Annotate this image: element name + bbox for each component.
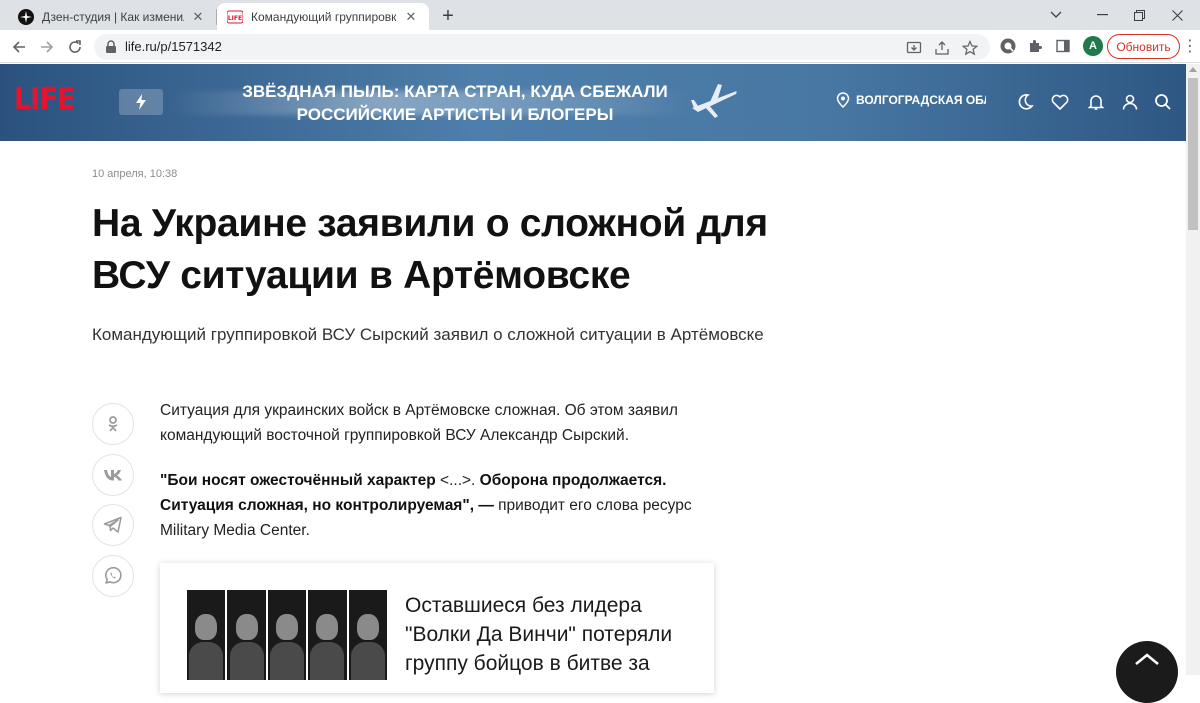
region-label: ВОЛГОГРАДСКАЯ ОБЛ... (856, 93, 986, 107)
url-text[interactable]: life.ru/p/1571342 (125, 39, 222, 54)
odnoklassniki-icon[interactable] (92, 403, 134, 445)
moon-icon[interactable] (1015, 92, 1035, 112)
quote-text-part-1: "Бои носят ожесточённый характер (160, 472, 436, 489)
soldier-photo (227, 590, 268, 680)
photo-head (316, 614, 339, 640)
address-bar[interactable]: life.ru/p/1571342 (94, 34, 990, 60)
back-icon[interactable] (7, 35, 31, 59)
promo-line-1: ЗВЁЗДНАЯ ПЫЛЬ: КАРТА СТРАН, КУДА СБЕЖАЛИ (242, 82, 668, 101)
user-icon[interactable] (1120, 92, 1140, 112)
browser-tab-dzen[interactable]: Дзен-студия | Как изменились Р ✕ (8, 3, 216, 30)
soldier-photo (268, 590, 309, 680)
life-logo[interactable]: LIFE (14, 82, 75, 117)
side-panel-icon[interactable] (1053, 36, 1073, 56)
photo-body (270, 642, 305, 680)
lock-icon[interactable] (104, 40, 118, 54)
soldier-photo (349, 590, 387, 680)
close-tab-icon[interactable]: ✕ (403, 9, 419, 25)
related-article-card[interactable]: Оставшиеся без лидера "Волки Да Винчи" п… (160, 563, 714, 693)
related-article-title[interactable]: Оставшиеся без лидера "Волки Да Винчи" п… (405, 591, 695, 678)
scroll-to-top-button[interactable] (1116, 641, 1178, 703)
article-date: 10 апреля, 10:38 (92, 168, 178, 180)
new-tab-button[interactable]: + (437, 5, 459, 27)
related-article-image[interactable] (187, 590, 387, 680)
search-icon[interactable] (1153, 92, 1173, 112)
photo-body (310, 642, 345, 680)
photo-body (229, 642, 264, 680)
article-paragraph: Ситуация для украинских войск в Артёмовс… (160, 402, 678, 444)
promo-banner[interactable]: ЗВЁЗДНАЯ ПЫЛЬ: КАРТА СТРАН, КУДА СБЕЖАЛИ… (230, 80, 680, 126)
share-icon[interactable] (933, 39, 951, 57)
scrollbar-thumb[interactable] (1188, 78, 1198, 230)
soldier-photo (308, 590, 349, 680)
bell-icon[interactable] (1086, 92, 1106, 112)
scroll-up-arrow-icon[interactable] (1189, 67, 1197, 72)
photo-head (195, 614, 218, 640)
browser-toolbar: life.ru/p/1571342 A Обновить ⋮ (0, 30, 1200, 63)
photo-body (350, 642, 385, 680)
browser-tab-life[interactable]: LIFE Командующий группировкой В ✕ (217, 3, 429, 30)
browser-tab-bar: Дзен-студия | Как изменились Р ✕ LIFE Ко… (0, 0, 1200, 30)
install-app-icon[interactable] (905, 39, 923, 57)
reload-icon[interactable] (63, 35, 87, 59)
tab-title: Дзен-студия | Как изменились Р (42, 9, 184, 24)
tab-title: Командующий группировкой В (251, 9, 397, 24)
life-icon: LIFE (227, 9, 243, 25)
close-tab-icon[interactable]: ✕ (190, 9, 206, 25)
photo-body (189, 642, 224, 680)
airplane-icon (688, 78, 740, 120)
update-button[interactable]: Обновить (1107, 34, 1180, 59)
article-lead: Командующий группировкой ВСУ Сырский зая… (92, 325, 764, 344)
site-header: LIFE ЗВЁЗДНАЯ ПЫЛЬ: КАРТА СТРАН, КУДА СБ… (0, 64, 1186, 141)
puzzle-icon[interactable] (1025, 36, 1045, 56)
location-pin-icon (836, 92, 850, 109)
svg-text:LIFE: LIFE (228, 15, 242, 22)
page-scrollbar[interactable] (1186, 64, 1200, 675)
close-icon[interactable] (1154, 0, 1200, 30)
chevron-up-icon (1135, 653, 1159, 665)
bookmark-star-icon[interactable] (961, 39, 979, 57)
chevron-down-icon[interactable] (1033, 0, 1079, 30)
extension-icon[interactable] (998, 36, 1018, 56)
browser-menu-icon[interactable]: ⋮ (1182, 37, 1198, 57)
quote-ellipsis: <...>. (435, 472, 480, 489)
soldier-photo (187, 590, 228, 680)
telegram-icon[interactable] (92, 504, 134, 546)
vk-icon[interactable] (92, 454, 134, 496)
lightning-icon[interactable] (119, 89, 163, 115)
article-headline: На Украине заявили о сложной для ВСУ сит… (92, 202, 768, 297)
promo-line-2: РОССИЙСКИЕ АРТИСТЫ И БЛОГЕРЫ (296, 105, 614, 124)
photo-head (235, 614, 258, 640)
photo-head (276, 614, 299, 640)
photo-head (356, 614, 379, 640)
region-selector[interactable]: ВОЛГОГРАДСКАЯ ОБЛ... (836, 92, 986, 109)
whatsapp-icon[interactable] (92, 555, 134, 597)
article-quote-paragraph: "Бои носят ожесточённый характер <...>. … (160, 468, 720, 543)
heart-icon[interactable] (1050, 92, 1070, 112)
dzen-icon (18, 8, 34, 25)
profile-avatar[interactable]: A (1083, 36, 1103, 56)
forward-icon[interactable] (35, 35, 59, 59)
